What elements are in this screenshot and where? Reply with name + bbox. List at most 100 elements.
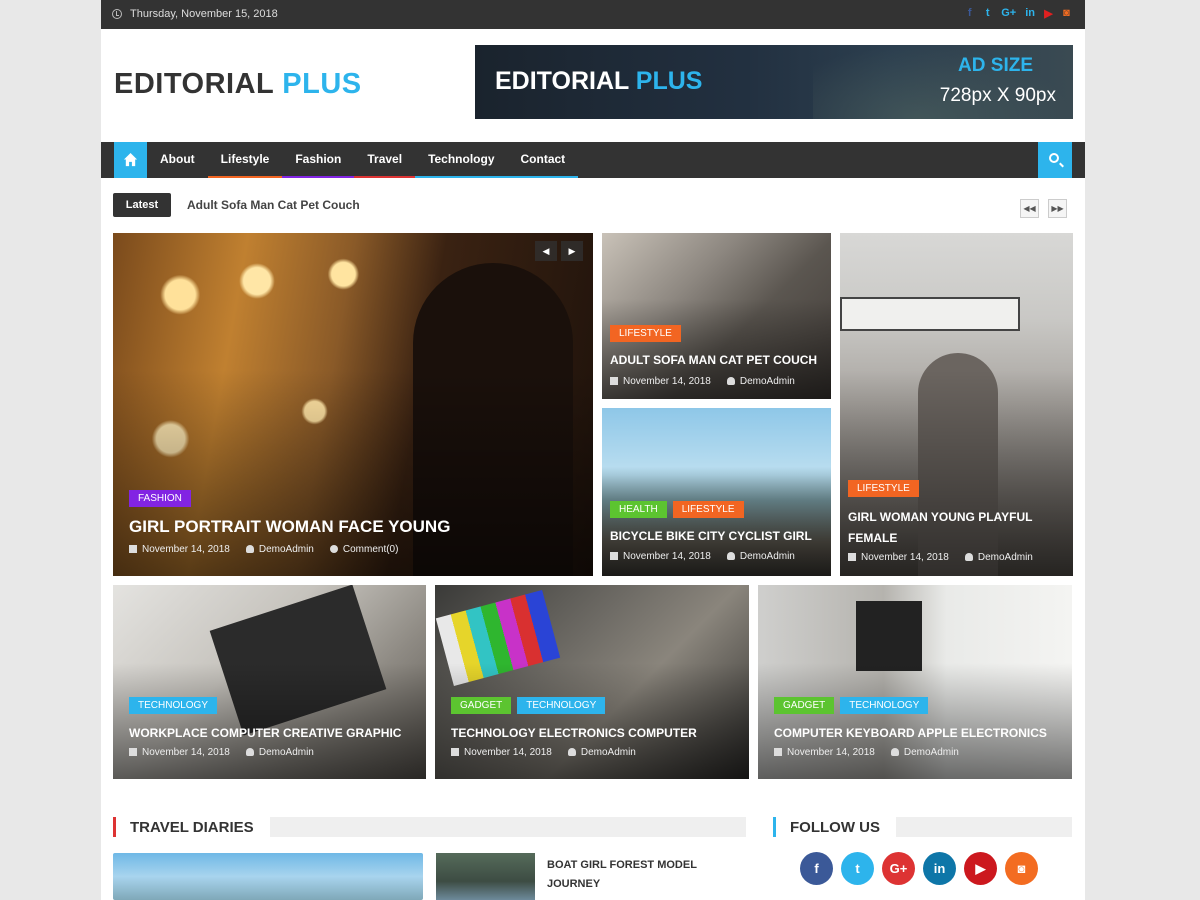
card-title[interactable]: GIRL PORTRAIT WOMAN FACE YOUNG	[129, 517, 450, 537]
street-sign	[840, 297, 1020, 331]
google-plus-icon[interactable]: G+	[1001, 7, 1016, 20]
meta-author[interactable]: DemoAdmin	[245, 747, 314, 758]
twitter-follow-button[interactable]: t	[841, 852, 874, 885]
linkedin-follow-button[interactable]: in	[923, 852, 956, 885]
logo-main: EDITORIAL	[114, 68, 274, 100]
card-title[interactable]: COMPUTER KEYBOARD APPLE ELECTRONICS	[774, 726, 1047, 740]
card-title[interactable]: ADULT SOFA MAN CAT PET COUCH	[610, 353, 817, 367]
section-title: TRAVEL DIARIES	[130, 818, 254, 836]
category-tag[interactable]: TECHNOLOGY	[517, 697, 606, 714]
search-button[interactable]	[1038, 142, 1072, 178]
nav-item-contact[interactable]: Contact	[507, 142, 579, 178]
category-tag[interactable]: GADGET	[451, 697, 512, 714]
user-icon	[726, 377, 735, 385]
travel-side-thumb[interactable]	[436, 853, 535, 900]
user-icon	[964, 553, 973, 561]
card-title[interactable]: GIRL WOMAN YOUNG PLAYFUL FEMALE	[848, 507, 1063, 549]
meta-author[interactable]: DemoAdmin	[890, 747, 959, 758]
nav-item-technology[interactable]: Technology	[415, 142, 508, 178]
ad-logo-main: EDITORIAL	[495, 67, 629, 95]
ticker-prev-button[interactable]: ◀◀	[1020, 199, 1039, 218]
row-card-2[interactable]: GADGET TECHNOLOGY TECHNOLOGY ELECTRONICS …	[435, 585, 749, 779]
comment-icon	[329, 545, 338, 553]
travel-side-title[interactable]: BOAT GIRL FOREST MODEL JOURNEY	[547, 856, 717, 894]
search-icon	[1049, 153, 1059, 163]
instagram-icon[interactable]: ◙	[1062, 7, 1071, 20]
linkedin-icon: in	[933, 861, 946, 876]
travel-main-thumb[interactable]	[113, 853, 423, 900]
category-tag[interactable]: TECHNOLOGY	[129, 697, 218, 714]
tag-group: HEALTH LIFESTYLE	[610, 501, 744, 518]
meta-author[interactable]: DemoAdmin	[726, 376, 795, 387]
side-bottom-card[interactable]: HEALTH LIFESTYLE BICYCLE BIKE CITY CYCLIS…	[602, 408, 831, 576]
date-text: November 14, 2018	[142, 747, 230, 758]
card-meta: November 14, 2018 DemoAdmin	[774, 747, 959, 758]
card-title[interactable]: TECHNOLOGY ELECTRONICS COMPUTER	[451, 726, 697, 740]
ticker-next-button[interactable]: ▶▶	[1048, 199, 1067, 218]
author-text: DemoAdmin	[739, 376, 795, 387]
meta-author[interactable]: DemoAdmin	[567, 747, 636, 758]
row-card-1[interactable]: TECHNOLOGY WORKPLACE COMPUTER CREATIVE G…	[113, 585, 426, 779]
user-icon	[245, 545, 254, 553]
header-ad-banner[interactable]: EDITORIAL PLUS AD SIZE 728px X 90px	[475, 45, 1073, 119]
youtube-icon[interactable]: ▶	[1044, 7, 1053, 20]
card-shade	[758, 662, 1072, 779]
nav-item-fashion[interactable]: Fashion	[282, 142, 355, 178]
user-icon	[245, 748, 254, 756]
comments-text: Comment(0)	[342, 544, 399, 555]
date-text: November 14, 2018	[623, 551, 711, 562]
date-text: November 14, 2018	[142, 544, 230, 555]
featured-main-card[interactable]: ◀ ▶ FASHION GIRL PORTRAIT WOMAN FACE YOU…	[113, 233, 593, 576]
meta-date: November 14, 2018	[451, 747, 552, 758]
twitter-icon[interactable]: t	[983, 7, 992, 20]
card-meta: November 14, 2018 DemoAdmin Comment(0)	[129, 544, 398, 555]
meta-author[interactable]: DemoAdmin	[726, 551, 795, 562]
site-logo[interactable]: EDITORIAL PLUS	[114, 68, 362, 101]
top-social-links: f t G+ in ▶ ◙	[965, 7, 1071, 20]
date-text: November 14, 2018	[623, 376, 711, 387]
card-title[interactable]: BICYCLE BIKE CITY CYCLIST GIRL	[610, 529, 812, 543]
ad-logo-accent: PLUS	[635, 67, 703, 95]
home-button[interactable]	[114, 142, 147, 178]
calendar-icon	[848, 553, 856, 561]
meta-date: November 14, 2018	[129, 544, 230, 555]
facebook-icon[interactable]: f	[965, 7, 974, 20]
category-tag[interactable]: TECHNOLOGY	[840, 697, 929, 714]
youtube-follow-button[interactable]: ▶	[964, 852, 997, 885]
linkedin-icon[interactable]: in	[1025, 7, 1035, 20]
main-navigation: About Lifestyle Fashion Travel Technology Con…	[101, 142, 1085, 178]
section-accent-bar	[113, 817, 116, 837]
nav-item-about[interactable]: About	[147, 142, 208, 178]
tag-group: GADGET TECHNOLOGY	[451, 697, 606, 714]
slider-next-button[interactable]: ▶	[561, 241, 583, 261]
nav-item-travel[interactable]: Travel	[354, 142, 416, 178]
category-tag[interactable]: GADGET	[774, 697, 835, 714]
meta-comments[interactable]: Comment(0)	[329, 544, 399, 555]
current-date: Thursday, November 15, 2018	[130, 8, 278, 20]
calendar-icon	[774, 748, 782, 756]
side-top-card[interactable]: LIFESTYLE ADULT SOFA MAN CAT PET COUCH N…	[602, 233, 831, 399]
category-tag[interactable]: LIFESTYLE	[610, 325, 681, 342]
tag-group: LIFESTYLE	[848, 480, 919, 497]
author-text: DemoAdmin	[258, 544, 314, 555]
right-featured-card[interactable]: LIFESTYLE GIRL WOMAN YOUNG PLAYFUL FEMAL…	[840, 233, 1073, 576]
ticker-headline[interactable]: Adult Sofa Man Cat Pet Couch	[187, 198, 360, 212]
author-text: DemoAdmin	[580, 747, 636, 758]
meta-author[interactable]: DemoAdmin	[245, 544, 314, 555]
category-tag[interactable]: FASHION	[129, 490, 191, 507]
nav-item-lifestyle[interactable]: Lifestyle	[207, 142, 283, 178]
meta-author[interactable]: DemoAdmin	[964, 552, 1033, 563]
category-tag[interactable]: LIFESTYLE	[672, 501, 744, 518]
instagram-follow-button[interactable]: ◙	[1005, 852, 1038, 885]
google-plus-follow-button[interactable]: G+	[882, 852, 915, 885]
category-tag[interactable]: LIFESTYLE	[848, 480, 919, 497]
row-card-3[interactable]: GADGET TECHNOLOGY COMPUTER KEYBOARD APPLE…	[758, 585, 1072, 779]
section-rule	[896, 817, 1072, 837]
nav-menu: About Lifestyle Fashion Travel Technology Con…	[147, 142, 579, 178]
slider-prev-button[interactable]: ◀	[535, 241, 557, 261]
ad-size-label: AD SIZE	[958, 55, 1033, 76]
category-tag[interactable]: HEALTH	[610, 501, 667, 518]
home-icon	[123, 152, 138, 167]
facebook-follow-button[interactable]: f	[800, 852, 833, 885]
card-title[interactable]: WORKPLACE COMPUTER CREATIVE GRAPHIC	[129, 726, 401, 740]
